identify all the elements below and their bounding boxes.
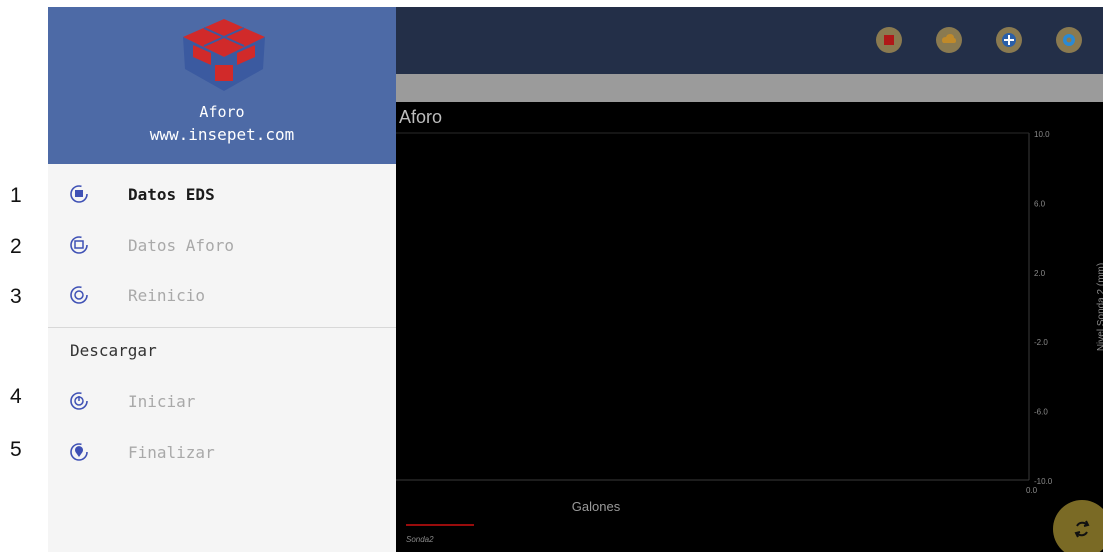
y-tick-label: -2.0 [1034,338,1048,347]
section-title-descargar: Descargar [70,341,157,360]
menu-label-reinicio: Reinicio [128,285,206,305]
x-axis-label: Galones [572,499,621,514]
datos-eds-icon [70,185,88,203]
drawer-title: Aforo [199,103,245,121]
menu-item-reinicio[interactable]: Reinicio [48,273,396,317]
menu-item-datos-aforo[interactable]: Datos Aforo [48,223,396,267]
drawer-url: www.insepet.com [149,125,295,144]
annotation-2: 2 [10,235,22,258]
drawer-header: Aforo www.insepet.com [48,7,396,164]
annotation-5: 5 [10,438,22,461]
drawer-divider [48,327,396,328]
y-tick-label: 6.0 [1034,199,1046,208]
y-tick-label: 10.0 [1034,130,1050,139]
y-axis-label: Nivel Sonda 2 (mm) [1096,263,1103,351]
location-pin-icon [70,443,88,461]
y-tick-label: 2.0 [1034,269,1046,278]
menu-item-finalizar[interactable]: Finalizar [48,430,396,474]
menu-label-datos-eds: Datos EDS [128,184,215,204]
menu-label-finalizar: Finalizar [128,442,215,462]
menu-label-iniciar: Iniciar [128,391,196,411]
legend-label: Sonda2 [406,535,434,544]
y-tick-label: -6.0 [1034,408,1048,417]
menu-item-datos-eds[interactable]: Datos EDS [48,172,396,216]
x-tick-label: 0.0 [1026,486,1038,495]
insepet-logo [183,19,265,91]
annotation-1: 1 [10,184,22,207]
navigation-drawer: Aforo www.insepet.com Datos EDS Datos Af… [48,7,396,552]
datos-aforo-icon [70,236,88,254]
annotation-3: 3 [10,285,22,308]
refresh-icon [1074,520,1090,538]
y-tick-label: -10.0 [1034,477,1053,486]
power-icon [70,392,88,410]
annotation-4: 4 [10,385,22,408]
reinicio-icon [70,286,88,304]
refresh-button[interactable] [1053,500,1103,552]
menu-item-iniciar[interactable]: Iniciar [48,379,396,423]
menu-label-datos-aforo: Datos Aforo [128,235,234,255]
